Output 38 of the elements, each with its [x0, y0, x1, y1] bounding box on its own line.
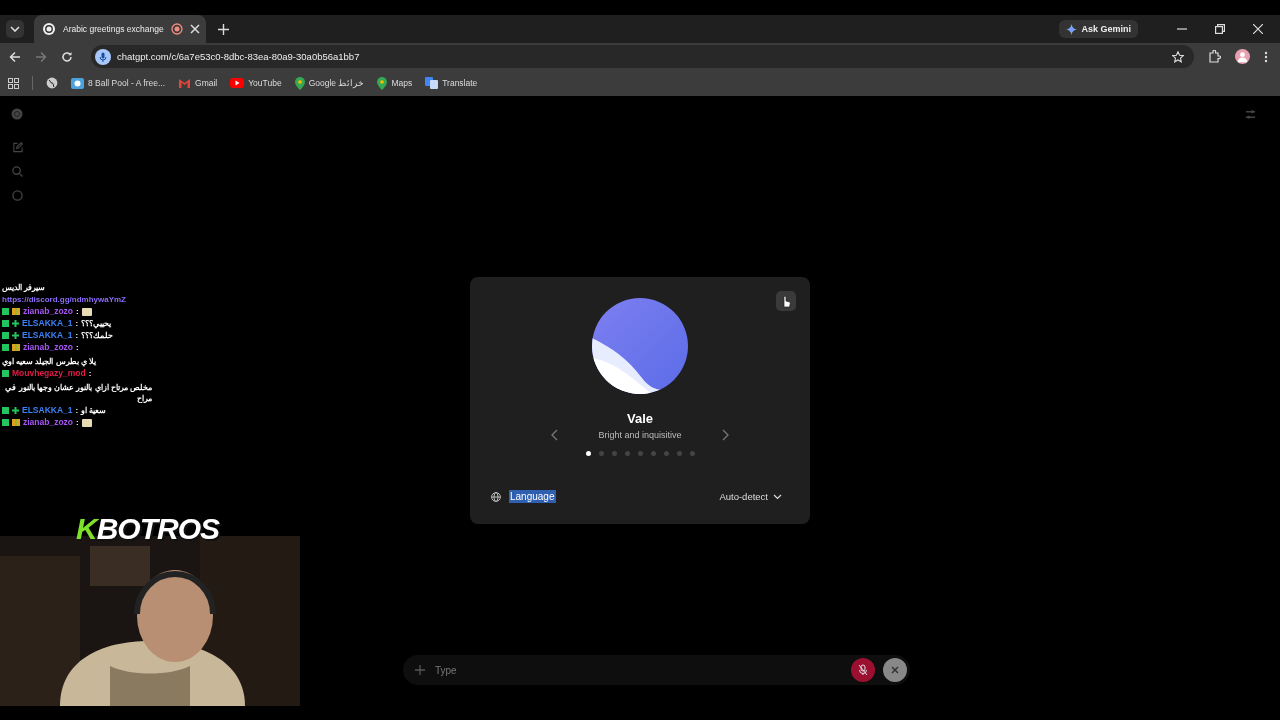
chat-username: Mouvhegazy_mod	[12, 368, 86, 379]
chat-separator: :	[76, 306, 79, 317]
bookmark[interactable]: Google خرائط	[294, 76, 365, 90]
chat-separator: :	[76, 342, 79, 353]
bookmark[interactable]: YouTube	[230, 78, 282, 88]
streamer-logo: KBOTROS	[76, 511, 219, 547]
chat-username: ELSAKKA_1	[22, 330, 73, 341]
voice-description: Bright and inquisitive	[598, 430, 682, 440]
chat-username: zianab_zozo	[23, 417, 74, 428]
ask-gemini-button[interactable]: Ask Gemini	[1059, 20, 1138, 38]
chat-message: سيرفر الديس	[2, 282, 46, 293]
bookmark[interactable]: Gmail	[178, 78, 218, 88]
address-bar[interactable]: chatgpt.com/c/6a7e53c0-8dbc-83ea-80a9-30a0b56a1bb7	[91, 45, 1194, 68]
chat-separator: :	[75, 330, 79, 341]
language-dropdown[interactable]: Auto-detect	[719, 491, 782, 502]
language-label: Language	[509, 490, 556, 503]
chat-username: ELSAKKA_1	[22, 405, 73, 416]
chat-link[interactable]: https://discord.gg/ndmhywaYmZ	[2, 294, 126, 305]
chat-username: zianab_zozo	[23, 306, 74, 317]
bookmark[interactable]: 8 Ball Pool - A free...	[71, 77, 165, 89]
chat-message: سعية او	[81, 405, 107, 416]
chat-separator: :	[88, 368, 92, 379]
voice-name: Vale	[627, 411, 653, 426]
chat-message: يلا ي بطرس الجيلد سعيه اوي	[2, 356, 97, 367]
chat-separator: :	[76, 417, 79, 428]
chat-separator: :	[75, 405, 79, 416]
chat-separator: :	[75, 318, 79, 329]
message-input[interactable]: Type	[433, 663, 843, 677]
bookmark[interactable]: Maps	[377, 76, 413, 90]
chat-message: يحييي؟؟؟	[81, 318, 112, 329]
bookmark[interactable]: Translate	[425, 77, 478, 89]
browser-tab[interactable]: Arabic greetings exchange	[34, 15, 206, 43]
chat-message: مخلص مرتاح ازاي بالنور عشان وجها بالنور في مراح	[4, 382, 152, 404]
chat-username: zianab_zozo	[23, 342, 74, 353]
message-composer[interactable]: Type	[403, 655, 910, 685]
chat-username: ELSAKKA_1	[22, 318, 73, 329]
chat-message: حلمك؟؟؟	[81, 330, 114, 341]
tab-title: Arabic greetings exchange	[63, 24, 164, 34]
